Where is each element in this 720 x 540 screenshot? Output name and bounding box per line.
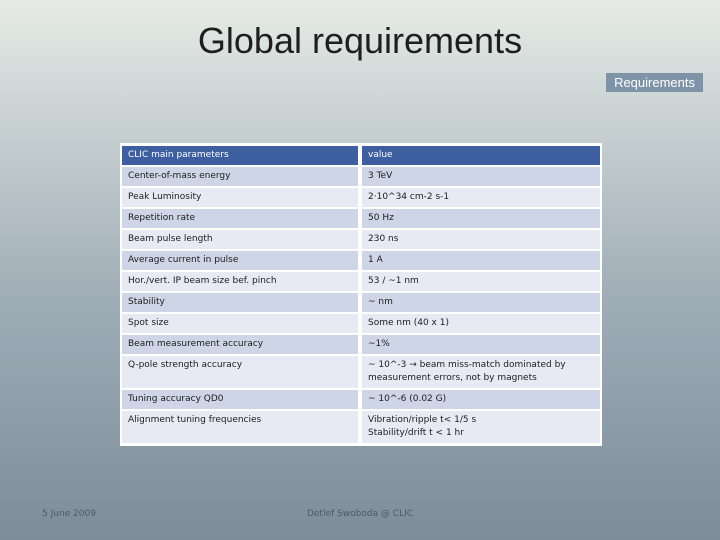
row-parameter: Stability xyxy=(122,293,358,312)
table-row: Beam pulse length 230 ns xyxy=(122,230,600,249)
table-row: Stability ~ nm xyxy=(122,293,600,312)
row-value: ~ 10^-6 (0.02 G) xyxy=(362,390,600,409)
row-value: 3 TeV xyxy=(362,167,600,186)
row-value: ~1% xyxy=(362,335,600,354)
row-value: 53 / ~1 nm xyxy=(362,272,600,291)
table-row: Repetition rate 50 Hz xyxy=(122,209,600,228)
row-parameter: Peak Luminosity xyxy=(122,188,358,207)
table-row: Average current in pulse 1 A xyxy=(122,251,600,270)
row-parameter: Center-of-mass energy xyxy=(122,167,358,186)
row-parameter: Hor./vert. IP beam size bef. pinch xyxy=(122,272,358,291)
table-row: Alignment tuning frequencies Vibration/r… xyxy=(122,411,600,443)
table-row: Tuning accuracy QD0 ~ 10^-6 (0.02 G) xyxy=(122,390,600,409)
table-row: Beam measurement accuracy ~1% xyxy=(122,335,600,354)
table-row: Spot size Some nm (40 x 1) xyxy=(122,314,600,333)
row-parameter: Alignment tuning frequencies xyxy=(122,411,358,443)
table-header-row: CLIC main parameters value xyxy=(122,146,600,165)
parameters-table: CLIC main parameters value Center-of-mas… xyxy=(120,143,602,446)
section-tag: Requirements xyxy=(606,73,703,92)
row-parameter: Tuning accuracy QD0 xyxy=(122,390,358,409)
table-row: Center-of-mass energy 3 TeV xyxy=(122,167,600,186)
header-value: value xyxy=(362,146,600,165)
row-parameter: Beam pulse length xyxy=(122,230,358,249)
row-value: ~ nm xyxy=(362,293,600,312)
row-value: Some nm (40 x 1) xyxy=(362,314,600,333)
row-value: 50 Hz xyxy=(362,209,600,228)
row-value: ~ 10^-3 → beam miss-match dominated by m… xyxy=(362,356,600,388)
slide-title: Global requirements xyxy=(197,20,523,61)
table-row: Q-pole strength accuracy ~ 10^-3 → beam … xyxy=(122,356,600,388)
row-value: 1 A xyxy=(362,251,600,270)
header-parameter: CLIC main parameters xyxy=(122,146,358,165)
row-parameter: Average current in pulse xyxy=(122,251,358,270)
table-row: Peak Luminosity 2·10^34 cm-2 s-1 xyxy=(122,188,600,207)
table-row: Hor./vert. IP beam size bef. pinch 53 / … xyxy=(122,272,600,291)
footer-author: Detlef Swoboda @ CLIC xyxy=(306,509,414,519)
row-value: Vibration/ripple t< 1/5 s Stability/drif… xyxy=(362,411,600,443)
row-parameter: Repetition rate xyxy=(122,209,358,228)
row-parameter: Spot size xyxy=(122,314,358,333)
row-value: 2·10^34 cm-2 s-1 xyxy=(362,188,600,207)
row-parameter: Beam measurement accuracy xyxy=(122,335,358,354)
row-value: 230 ns xyxy=(362,230,600,249)
row-parameter: Q-pole strength accuracy xyxy=(122,356,358,388)
